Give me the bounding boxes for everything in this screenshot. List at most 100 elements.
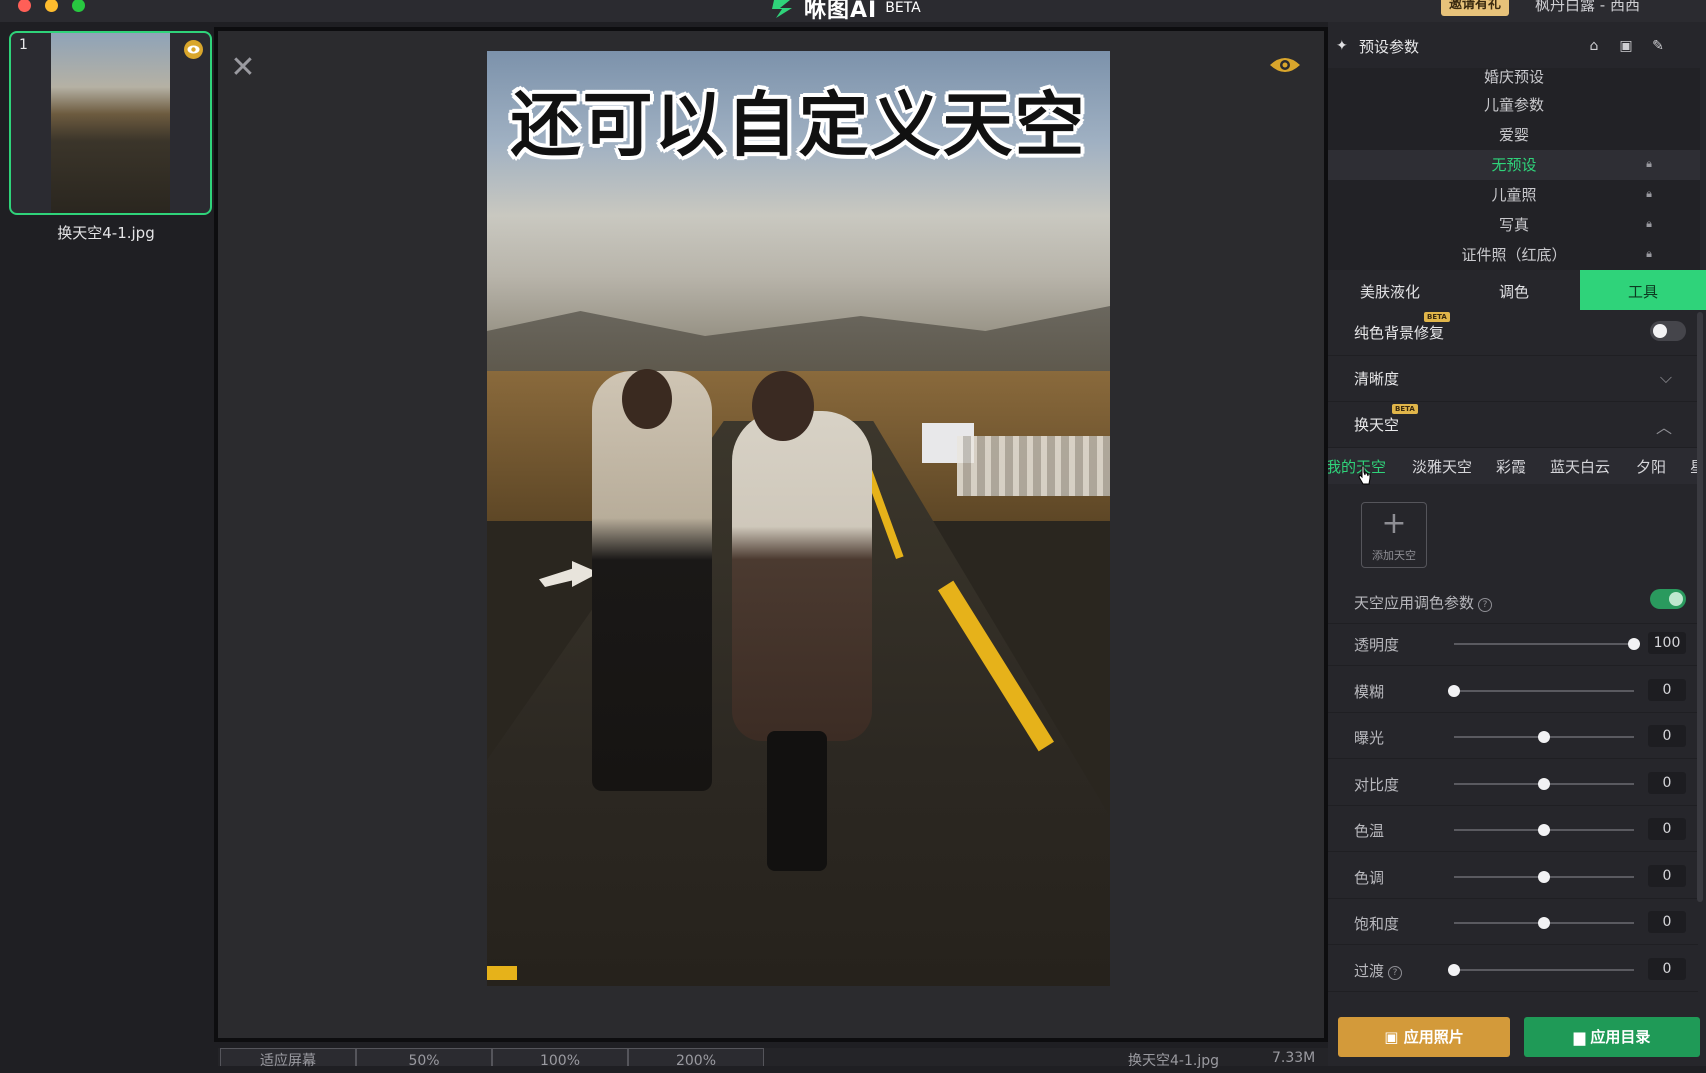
plus-icon: + [1381, 506, 1407, 541]
solid-bg-repair-label: 纯色背景修复 [1354, 324, 1445, 342]
slider-knob[interactable] [1538, 731, 1550, 743]
chevron-up-icon: ︿ [1655, 418, 1672, 437]
slider-track[interactable] [1454, 689, 1634, 692]
thumbnail-eye-icon[interactable] [184, 40, 203, 59]
tab-skin-liquify[interactable]: 美肤液化 [1328, 270, 1452, 310]
sky-replace-row[interactable]: 换天空 BETA ︿ [1328, 402, 1698, 448]
slider-row: 色调 0 [1328, 853, 1698, 899]
preset-item[interactable]: 爱婴 [1328, 120, 1700, 150]
slider-label: 透明度 [1354, 634, 1399, 655]
slider-row: 曝光 0 [1328, 713, 1698, 759]
slider-value[interactable]: 0 [1648, 771, 1686, 794]
lock-icon: 🔒︎ [1646, 247, 1652, 260]
overlay-caption: 还可以自定义天空 [510, 84, 1087, 166]
sky-category-tabs: 我的天空 淡雅天空 彩霞 蓝天白云 夕阳 星 [1328, 448, 1698, 484]
slider-track[interactable] [1454, 643, 1634, 645]
settings-panel: ✦ 预设参数 ⌂ ▣ ✎ 婚庆预设 儿童参数 爱婴 无预设 🔒︎ 儿童照 🔒︎ 写真… [1328, 22, 1706, 1066]
beta-tag: BETA [1392, 404, 1418, 414]
slider-row: 色温 0 [1328, 806, 1698, 852]
panel-title: 预设参数 [1359, 38, 1420, 56]
road-stripe-corner [487, 966, 517, 980]
main-photo[interactable]: 还可以自定义天空 [487, 51, 1110, 986]
tab-tools[interactable]: 工具 [1580, 270, 1706, 310]
apply-directory-button[interactable]: ▆ 应用目录 [1524, 1017, 1700, 1057]
slider-row: 过渡? 0 [1328, 946, 1698, 992]
preset-item[interactable]: 儿童照 🔒︎ [1328, 180, 1700, 210]
slider-label: 对比度 [1354, 774, 1399, 795]
add-sky-button[interactable]: + 添加天空 [1361, 502, 1427, 568]
user-name[interactable]: 枫丹白露 - 西西 [1535, 0, 1640, 15]
slider-knob[interactable] [1628, 638, 1640, 650]
sky-tab-elegant[interactable]: 淡雅天空 [1412, 456, 1472, 477]
preview-eye-icon[interactable] [1268, 53, 1302, 77]
slider-value[interactable]: 0 [1648, 911, 1686, 933]
settings-wrench-icon[interactable]: ✎ [1650, 38, 1666, 54]
preset-item[interactable]: 儿童参数 [1328, 90, 1700, 120]
photo-fence [957, 436, 1110, 496]
slider-knob[interactable] [1538, 870, 1550, 883]
sky-apply-color-text: 天空应用调色参数 [1354, 594, 1475, 612]
slider-value[interactable]: 0 [1648, 957, 1686, 980]
slider-knob[interactable] [1448, 684, 1460, 697]
tab-color[interactable]: 调色 [1452, 270, 1576, 310]
slider-knob[interactable] [1538, 917, 1550, 929]
solid-bg-repair-toggle[interactable] [1650, 321, 1686, 341]
photo-man [592, 371, 712, 791]
slider-label-text: 曝光 [1354, 729, 1385, 747]
zoom-bar: 适应屏幕 50% 100% 200% 换天空4-1.jpg 7.33M [218, 1048, 1328, 1069]
panel-header: ✦ 预设参数 ⌂ ▣ ✎ [1328, 32, 1706, 62]
slider-knob[interactable] [1538, 824, 1550, 836]
slider-row: 对比度 0 [1328, 760, 1698, 806]
slider-knob[interactable] [1538, 777, 1550, 790]
slider-value[interactable]: 100 [1648, 632, 1686, 654]
invite-button[interactable]: 邀请有礼 [1441, 0, 1510, 16]
slider-value[interactable]: 0 [1648, 725, 1686, 747]
slider-label-text: 过渡 [1354, 961, 1385, 980]
slider-label-text: 饱和度 [1354, 915, 1400, 933]
slider-knob[interactable] [1448, 963, 1460, 976]
photo-woman [732, 411, 872, 741]
slider-label: 曝光 [1354, 727, 1384, 748]
preset-label: 婚庆预设 [1483, 68, 1544, 86]
slider-value[interactable]: 0 [1648, 678, 1686, 701]
sky-tab-mine[interactable]: 我的天空 [1328, 456, 1386, 477]
file-name-label: 换天空4-1.jpg [1128, 1053, 1219, 1069]
app-logo-icon [772, 0, 792, 18]
toggle-knob [1653, 324, 1667, 338]
preset-item[interactable]: 婚庆预设 [1328, 68, 1700, 92]
slider-value[interactable]: 0 [1648, 818, 1686, 840]
window-close-button[interactable] [18, 0, 31, 12]
zoom-100-button[interactable]: 100% [492, 1048, 628, 1069]
preset-list: 婚庆预设 儿童参数 爱婴 无预设 🔒︎ 儿童照 🔒︎ 写真 🔒︎ 证件照（红底） 🔒︎ [1328, 68, 1700, 292]
help-icon[interactable]: ? [1478, 598, 1493, 612]
slider-track[interactable] [1454, 968, 1634, 971]
zoom-200-button[interactable]: 200% [628, 1048, 764, 1069]
sky-tab-blue-sky[interactable]: 蓝天白云 [1550, 456, 1610, 477]
thumbnail-card[interactable]: 1 [9, 31, 212, 215]
clarity-row[interactable]: 清晰度 ⌵ [1328, 356, 1698, 402]
window-zoom-button[interactable] [72, 0, 85, 12]
save-preset-icon[interactable]: ▣ [1618, 38, 1634, 54]
close-icon[interactable]: ✕ [228, 53, 258, 83]
panel-tabs: 美肤液化 调色 工具 [1328, 270, 1706, 310]
preset-item[interactable]: 证件照（红底） 🔒︎ [1328, 240, 1700, 270]
zoom-fit-button[interactable]: 适应屏幕 [220, 1048, 356, 1069]
preset-item-active[interactable]: 无预设 🔒︎ [1328, 150, 1700, 180]
window-minimize-button[interactable] [45, 0, 58, 12]
help-icon[interactable]: ? [1388, 965, 1403, 980]
preset-item[interactable]: 写真 🔒︎ [1328, 210, 1700, 240]
apply-photo-button[interactable]: ▣ 应用照片 [1338, 1017, 1510, 1057]
export-preset-icon[interactable]: ⌂ [1586, 38, 1602, 54]
slider-label: 色调 [1354, 867, 1384, 888]
panel-scrollbar[interactable] [1697, 312, 1703, 902]
sky-apply-color-toggle[interactable] [1650, 589, 1686, 609]
preset-label: 写真 [1498, 216, 1529, 234]
zoom-50-button[interactable]: 50% [356, 1048, 492, 1069]
road-arrow [539, 561, 599, 587]
slider-value[interactable]: 0 [1648, 864, 1686, 887]
sky-tab-sunset-clouds[interactable]: 彩霞 [1496, 456, 1526, 477]
thumbnail-index: 1 [19, 37, 28, 53]
sky-replace-label: 换天空 [1354, 416, 1400, 434]
sky-tab-sunset[interactable]: 夕阳 [1636, 456, 1666, 477]
lock-icon: 🔒︎ [1646, 217, 1652, 230]
